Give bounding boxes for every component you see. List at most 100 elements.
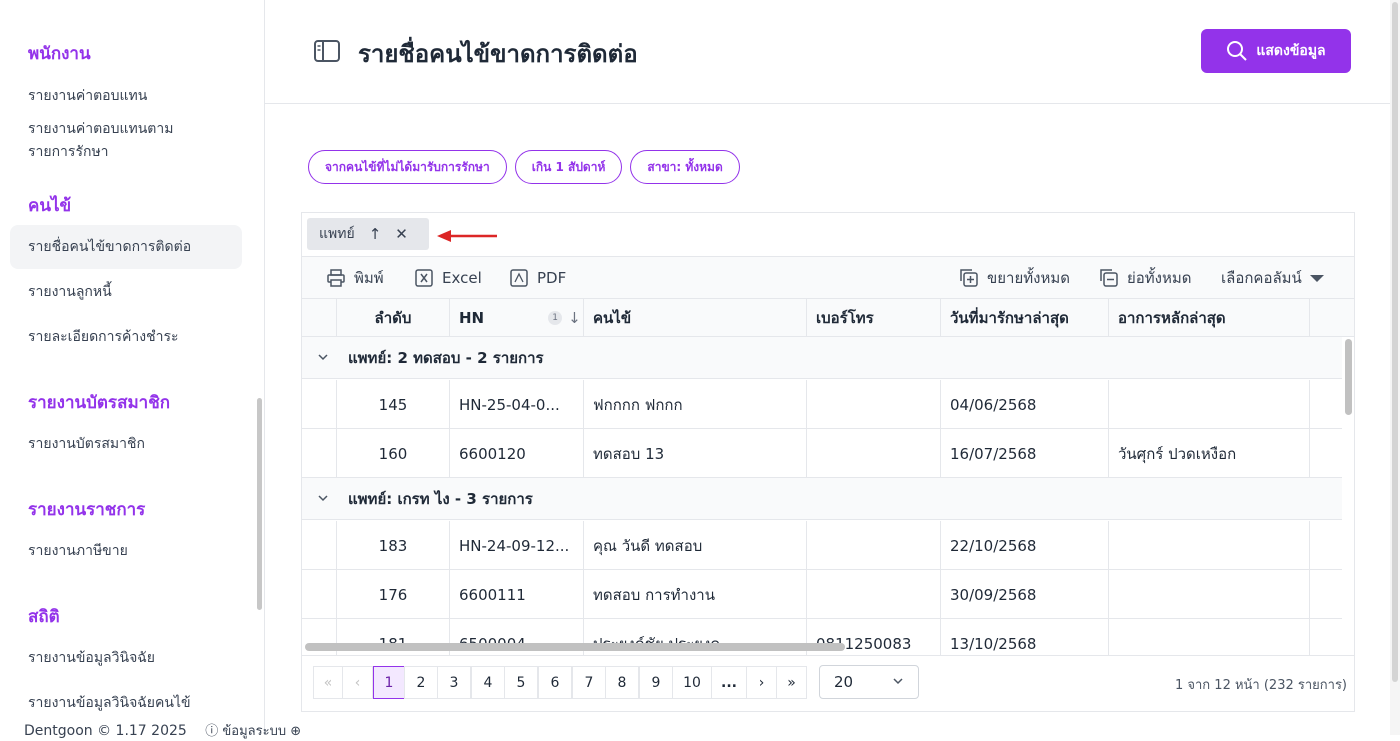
cell-phone (806, 429, 940, 478)
cell-phone: 0811250083 (806, 619, 940, 657)
column-header-no[interactable]: ลำดับ (336, 299, 449, 337)
cell-extra (1309, 570, 1342, 619)
page-button-10[interactable]: 10 (672, 666, 712, 699)
sidebar-toggle-icon[interactable] (314, 40, 340, 62)
grid-vertical-scrollbar[interactable] (1345, 339, 1352, 415)
page-button-8[interactable]: 8 (605, 666, 639, 699)
page-button-6[interactable]: 6 (538, 666, 572, 699)
excel-icon (415, 269, 433, 287)
sidebar-item-patient-diagnosis-report[interactable]: รายงานข้อมูลวินิจฉัยคนไข้ (28, 691, 191, 715)
group-row[interactable]: แพทย์: เกรท ไง - 3 รายการ (302, 478, 1342, 520)
sidebar-item-lost-contact-patients[interactable]: รายชื่อคนไข้ขาดการติดต่อ (10, 225, 242, 269)
print-label: พิมพ์ (354, 269, 384, 287)
sidebar-item-outstanding-details[interactable]: รายละเอียดการค้างชำระ (28, 325, 179, 349)
page-button-5[interactable]: 5 (504, 666, 538, 699)
page-title: รายชื่อคนไข้ขาดการติดต่อ (358, 40, 638, 68)
sidebar-item-sales-tax[interactable]: รายงานภาษีขาย (28, 539, 128, 563)
show-data-button[interactable]: แสดงข้อมูล (1201, 29, 1351, 73)
sidebar-item-compensation-by-treatment-line2[interactable]: รายการรักษา (28, 140, 109, 164)
cell-symptom: วันศุกร์ ปวดเหงือก (1108, 429, 1309, 478)
table-row[interactable]: 160 6600120 ทดสอบ 13 16/07/2568 วันศุกร์… (302, 429, 1342, 478)
cell-extra (1309, 521, 1342, 570)
collapse-all-button[interactable]: ย่อทั้งหมด (1099, 257, 1192, 299)
sort-desc-icon[interactable]: ↓ (568, 309, 581, 327)
column-header-hn[interactable]: HN 1 ↓ (449, 299, 583, 337)
sidebar-scrollbar[interactable] (257, 398, 262, 610)
cell-no: 176 (336, 570, 449, 619)
chevron-down-icon[interactable] (317, 492, 329, 504)
show-data-label: แสดงข้อมูล (1256, 43, 1326, 59)
annotation-arrow-icon (437, 230, 497, 242)
cell-hn: HN-24-09-12... (449, 521, 583, 570)
page-button-3[interactable]: 3 (437, 666, 471, 699)
cell-patient: ประยงค์ชัย ประยงค (583, 619, 806, 657)
table-row[interactable]: 145 HN-25-04-0... ฟกกกก ฟกกก 04/06/2568 (302, 380, 1342, 429)
main-content: รายชื่อคนไข้ขาดการติดต่อ แสดงข้อมูล จากค… (265, 0, 1390, 735)
page-size-select[interactable]: 20 (819, 665, 919, 699)
sort-index-badge: 1 (548, 311, 563, 325)
sidebar-item-compensation-report[interactable]: รายงานค่าตอบแทน (28, 84, 147, 108)
page-button-4[interactable]: 4 (471, 666, 505, 699)
expand-all-label: ขยายทั้งหมด (987, 269, 1070, 287)
first-page-button[interactable]: « (313, 666, 343, 699)
column-header-last-visit[interactable]: วันที่มารักษาล่าสุด (940, 299, 1108, 337)
group-row[interactable]: แพทย์: 2 ทดสอบ - 2 รายการ (302, 337, 1342, 379)
column-header-patient[interactable]: คนไข้ (583, 299, 806, 337)
page-button-9[interactable]: 9 (639, 666, 673, 699)
column-header-phone[interactable]: เบอร์โทร (806, 299, 940, 337)
expand-all-button[interactable]: ขยายทั้งหมด (959, 257, 1070, 299)
cell-symptom (1108, 570, 1309, 619)
page-scrollbar-thumb[interactable] (1392, 2, 1398, 682)
cell-patient: ทดสอบ 13 (583, 429, 806, 478)
next-page-button[interactable]: › (746, 666, 777, 699)
filter-chip-branch[interactable]: สาขา: ทั้งหมด (630, 150, 740, 184)
grid-horizontal-scrollbar[interactable] (305, 643, 845, 651)
grid-toolbar: พิมพ์ Excel PDF ขยายทั้งหมด ย่อทั้งหมด เ… (302, 257, 1354, 299)
prev-page-button[interactable]: ‹ (342, 666, 373, 699)
sidebar: พนักงาน รายงานค่าตอบแทน รายงานค่าตอบแทนต… (0, 0, 265, 735)
cell-last-visit: 16/07/2568 (940, 429, 1108, 478)
cell-no: 183 (336, 521, 449, 570)
column-header-hn-label: HN (459, 309, 485, 327)
column-header-symptom[interactable]: อาการหลักล่าสุด (1108, 299, 1309, 337)
table-row[interactable]: 176 6600111 ทดสอบ การทำงาน 30/09/2568 (302, 570, 1342, 619)
sidebar-item-debtors[interactable]: รายงานลูกหนี้ (28, 280, 112, 304)
excel-label: Excel (442, 269, 482, 287)
page-button-2[interactable]: 2 (404, 666, 438, 699)
expand-all-icon (960, 269, 978, 287)
pdf-button[interactable]: PDF (509, 257, 566, 299)
page-button-7[interactable]: 7 (572, 666, 606, 699)
print-button[interactable]: พิมพ์ (326, 257, 384, 299)
cell-patient: คุณ วันดี ทดสอบ (583, 521, 806, 570)
table-row[interactable]: 183 HN-24-09-12... คุณ วันดี ทดสอบ 22/10… (302, 521, 1342, 570)
chevron-down-icon (893, 678, 903, 685)
filter-chip-duration[interactable]: เกิน 1 สัปดาห์ (514, 150, 623, 184)
cell-patient: ทดสอบ การทำงาน (583, 570, 806, 619)
cell-hn: 6600120 (449, 429, 583, 478)
remove-group-icon[interactable]: ✕ (395, 225, 408, 243)
filter-chip-not-treated[interactable]: จากคนไข้ที่ไม่ได้มารับการรักษา (308, 150, 507, 184)
sidebar-item-compensation-by-treatment[interactable]: รายงานค่าตอบแทนตาม (28, 117, 173, 141)
cell-extra (1309, 429, 1342, 478)
group-label: แพทย์: เกรท ไง - 3 รายการ (348, 489, 533, 508)
page-info: 1 จาก 12 หน้า (232 รายการ) (1174, 678, 1347, 693)
sort-asc-icon[interactable]: ↑ (369, 225, 382, 243)
table-row[interactable]: 181 6500004 ประยงค์ชัย ประยงค 0811250083… (302, 619, 1342, 657)
group-tag-doctor[interactable]: แพทย์ ↑ ✕ (307, 218, 429, 250)
sidebar-item-diagnosis-report[interactable]: รายงานข้อมูลวินิจฉัย (28, 646, 155, 670)
last-page-button[interactable]: » (776, 666, 807, 699)
choose-columns-button[interactable]: เลือกคอลัมน์ (1221, 257, 1324, 299)
page-scrollbar[interactable] (1390, 0, 1400, 735)
cell-no: 160 (336, 429, 449, 478)
choose-columns-label: เลือกคอลัมน์ (1221, 269, 1302, 287)
cell-symptom (1108, 619, 1309, 657)
sidebar-item-membership-report[interactable]: รายงานบัตรสมาชิก (28, 432, 145, 456)
group-tag-label: แพทย์ (319, 226, 355, 242)
cell-extra (1309, 380, 1342, 429)
page-button-1[interactable]: 1 (373, 666, 405, 699)
excel-button[interactable]: Excel (414, 257, 482, 299)
chevron-down-icon[interactable] (317, 351, 329, 363)
page-ellipsis[interactable]: ... (711, 666, 747, 699)
column-headers: ลำดับ HN 1 ↓ คนไข้ เบอร์โทร วันที่มารักษ… (302, 299, 1354, 337)
group-label: แพทย์: 2 ทดสอบ - 2 รายการ (348, 348, 544, 367)
